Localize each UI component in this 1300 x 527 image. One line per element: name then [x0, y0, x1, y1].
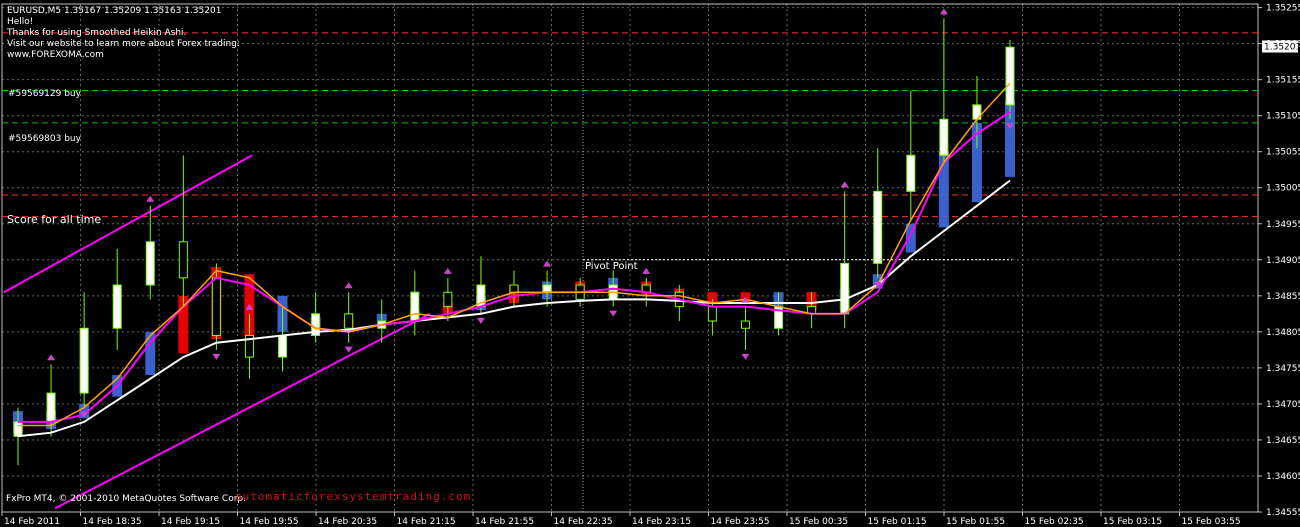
- candle-body: [707, 306, 717, 322]
- fractal-up-arrow: [443, 267, 452, 274]
- y-tick-label: 1.35105: [1266, 112, 1300, 122]
- price-axis: 1.352551.352051.351551.351051.350551.350…: [1258, 4, 1300, 518]
- x-tick-label: 14 Feb 23:55: [711, 517, 770, 527]
- y-tick-label: 1.34655: [1266, 436, 1300, 446]
- y-tick-label: 1.35055: [1266, 148, 1300, 158]
- fractal-up-arrow: [642, 267, 651, 274]
- chart-grid: [1, 3, 1259, 513]
- candle-body: [542, 284, 552, 293]
- fractal-up-arrow: [146, 195, 155, 202]
- candle-body: [211, 277, 221, 336]
- watermark-text: automaticforexsystemtrading.com: [235, 490, 472, 503]
- x-tick-label: 14 Feb 21:15: [397, 517, 456, 527]
- x-tick-label: 14 Feb 18:35: [83, 517, 142, 527]
- fractal-down-arrow: [476, 317, 485, 324]
- fractal-up-arrow: [543, 260, 552, 267]
- fractal-up-arrow: [840, 181, 849, 188]
- copyright-text: FxPro MT4, © 2001-2010 MetaQuotes Softwa…: [6, 494, 246, 504]
- symbol-line: EURUSD,M5 1.35167 1.35209 1.35163 1.3520…: [7, 6, 222, 16]
- candle-body: [178, 241, 188, 279]
- x-tick-label: 14 Feb 22:35: [554, 517, 613, 527]
- price-chart[interactable]: 1.352551.352051.351551.351051.350551.350…: [0, 0, 1300, 527]
- y-tick-label: 1.35155: [1266, 76, 1300, 86]
- x-tick-label: 14 Feb 19:55: [240, 517, 299, 527]
- x-tick-label: 14 Feb 20:35: [318, 517, 377, 527]
- y-tick-label: 1.34705: [1266, 400, 1300, 410]
- candle-body: [840, 262, 850, 315]
- score-label: Score for all time: [7, 213, 102, 226]
- candle-body: [13, 421, 23, 437]
- x-tick-label: 15 Feb 00:35: [789, 517, 848, 527]
- x-tick-label: 14 Feb 2011: [4, 517, 60, 527]
- header-line-2: Thanks for using Smoothed Heikin Ashi.: [7, 28, 187, 38]
- y-tick-label: 1.34755: [1266, 364, 1300, 374]
- fractal-arrows: [47, 8, 1014, 418]
- fractal-up-arrow: [47, 354, 56, 361]
- y-tick-label: 1.35255: [1266, 4, 1300, 14]
- y-tick-label: 1.34805: [1266, 328, 1300, 338]
- candle-body: [740, 320, 750, 329]
- x-tick-label: 14 Feb 23:15: [632, 517, 691, 527]
- header-line-3: Visit our website to learn more about Fo…: [7, 39, 240, 49]
- candle-body: [145, 241, 155, 286]
- price-candles: [13, 18, 1015, 466]
- fractal-down-arrow: [344, 346, 353, 353]
- x-tick-label: 15 Feb 01:55: [946, 517, 1005, 527]
- x-tick-label: 14 Feb 21:55: [475, 517, 534, 527]
- candle-body: [344, 313, 354, 329]
- x-tick-label: 15 Feb 02:35: [1025, 517, 1084, 527]
- x-tick-label: 15 Feb 03:55: [1182, 517, 1241, 527]
- candle-body: [443, 291, 453, 308]
- header-line-1: Hello!: [7, 17, 34, 27]
- order-label-1: #59569129 buy: [8, 89, 81, 99]
- y-tick-label: 1.35005: [1266, 184, 1300, 194]
- fractal-up-arrow: [344, 282, 353, 289]
- ma-fast-line: [18, 82, 1011, 427]
- time-axis: 14 Feb 2011 14 Feb 18:35 14 Feb 19:15 14 Fe…: [1, 512, 1241, 527]
- candle-body: [410, 291, 420, 322]
- y-tick-label: 1.34905: [1266, 256, 1300, 266]
- y-tick-label: 1.34955: [1266, 220, 1300, 230]
- y-tick-label: 1.34605: [1266, 472, 1300, 482]
- x-tick-label: 15 Feb 01:15: [868, 517, 927, 527]
- candle-body: [906, 154, 916, 192]
- order-label-2: #59569803 buy: [8, 134, 81, 144]
- candle-body: [939, 118, 949, 156]
- ma-slow-line: [17, 179, 1011, 438]
- candle-body: [278, 334, 288, 358]
- candle-body: [509, 284, 519, 293]
- x-tick-label: 14 Feb 19:15: [161, 517, 220, 527]
- heikin-ashi-bars: [13, 101, 1015, 433]
- fractal-down-arrow: [741, 353, 750, 360]
- candle-body: [112, 284, 122, 329]
- candle-body: [873, 190, 883, 264]
- candle-body: [79, 327, 89, 394]
- header-line-4: www.FOREXOMA.com: [7, 50, 104, 60]
- x-tick-label: 15 Feb 03:15: [1103, 517, 1162, 527]
- y-tick-label: 1.34855: [1266, 292, 1300, 302]
- fractal-down-arrow: [212, 353, 221, 360]
- fractal-down-arrow: [609, 310, 618, 317]
- candle-body: [46, 392, 56, 423]
- y-tick-label: 1.34555: [1266, 508, 1300, 518]
- fractal-up-arrow: [939, 8, 948, 15]
- channel-lower-line: [54, 312, 431, 510]
- pivot-point-label: Pivot Point: [585, 261, 638, 272]
- candle-body: [1005, 46, 1015, 106]
- ma-mid-line: [18, 111, 1011, 423]
- current-price-label: 1.35201: [1264, 43, 1300, 53]
